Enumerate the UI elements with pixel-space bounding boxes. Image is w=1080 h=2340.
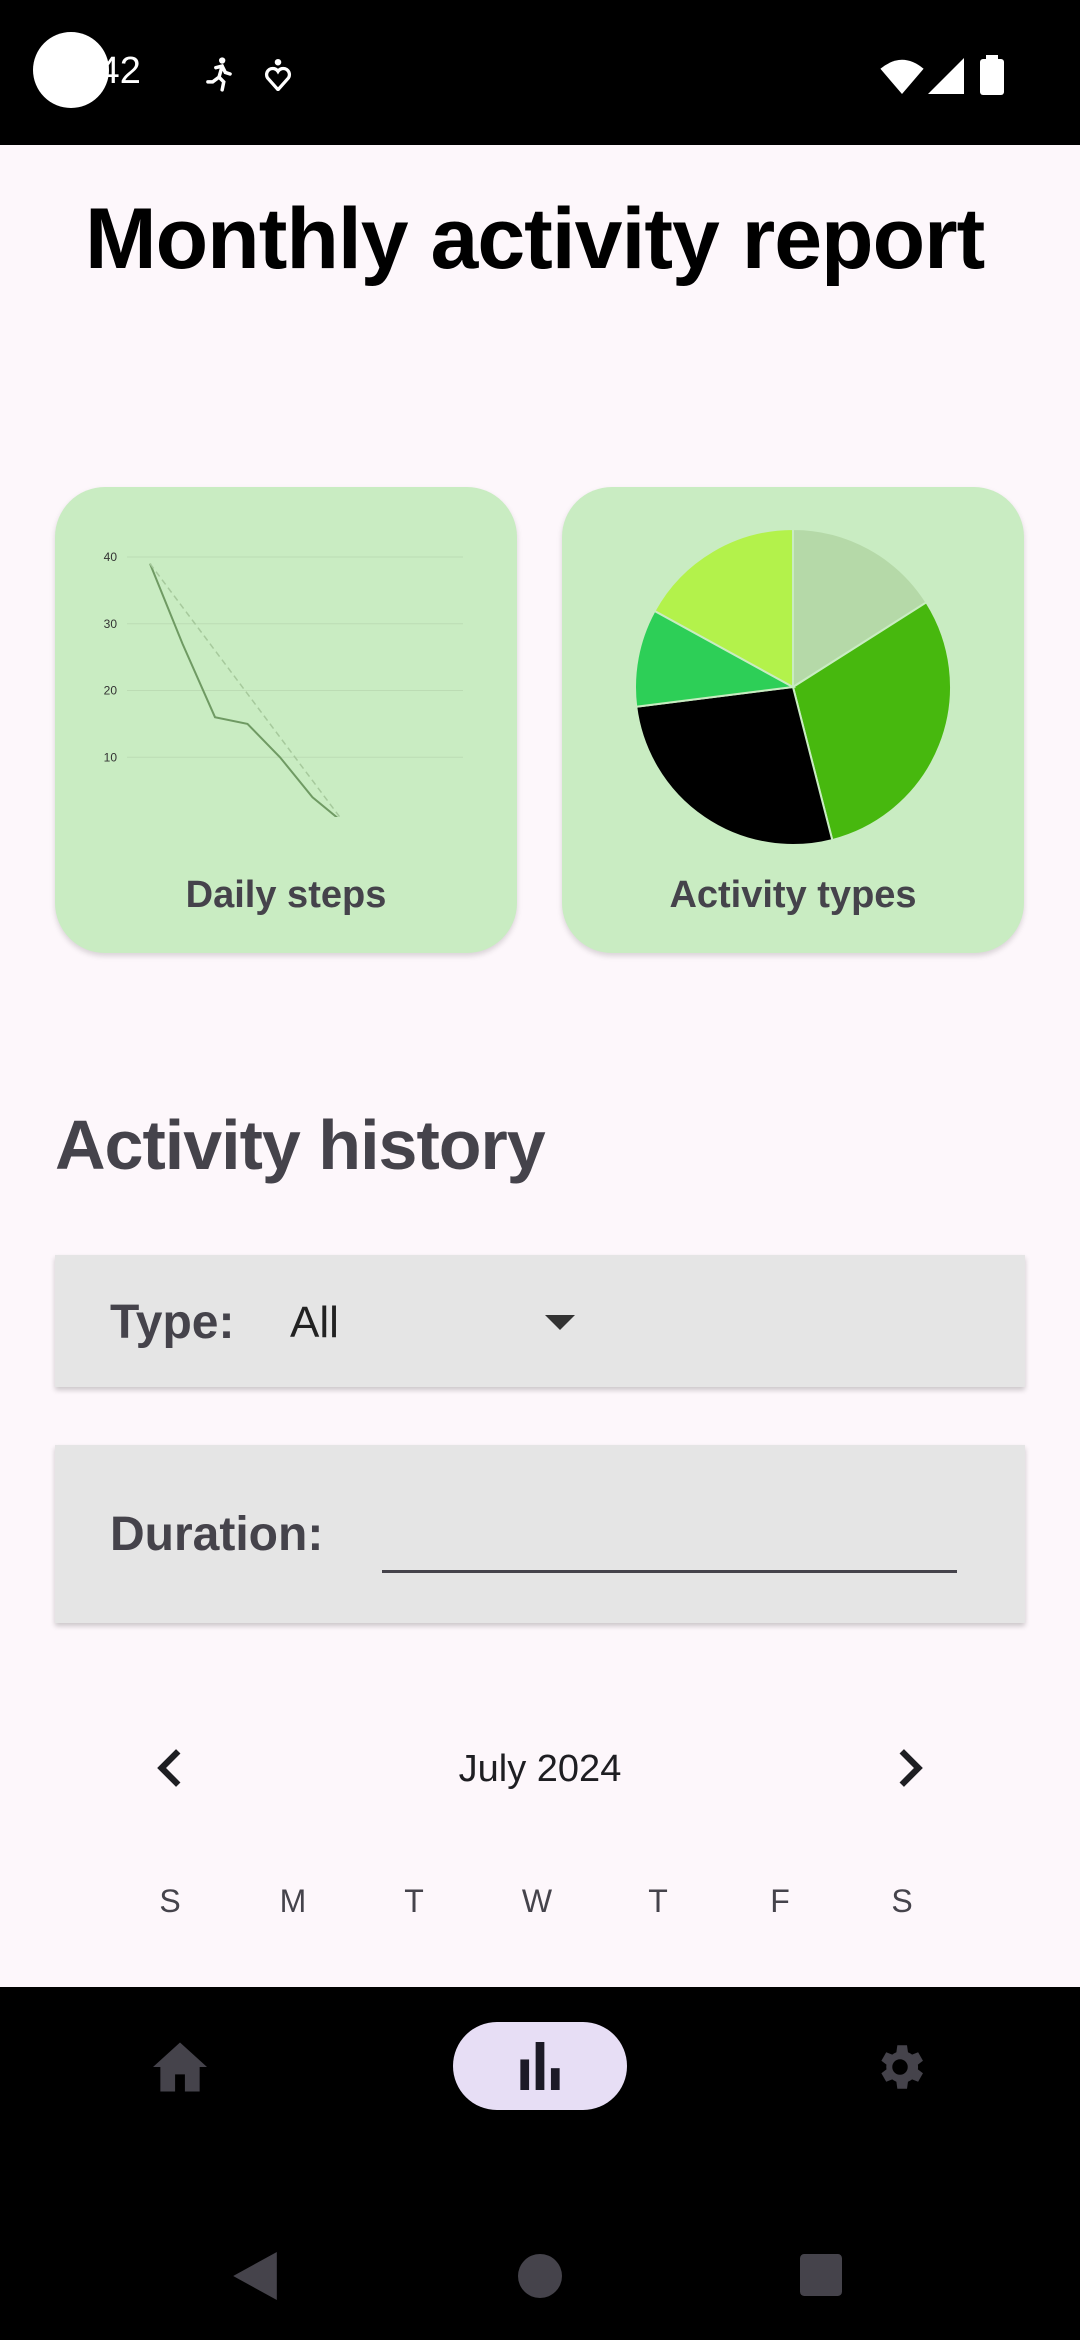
back-icon[interactable]: [233, 2252, 277, 2300]
weekday-mon: M: [279, 1883, 307, 1919]
home-icon[interactable]: [150, 2040, 210, 2094]
activity-types-label: Activity types: [669, 874, 917, 916]
duration-input-underline: [382, 1570, 957, 1573]
wifi-icon: [880, 59, 924, 94]
weekday-thu: T: [648, 1883, 668, 1919]
bar-chart-icon: [520, 2042, 560, 2090]
system-navigation-bar: [0, 2187, 1080, 2340]
stats-nav-button[interactable]: [453, 2022, 627, 2110]
page-title: Monthly activity report: [85, 191, 985, 287]
gear-icon[interactable]: [871, 2038, 929, 2096]
type-label: Type:: [110, 1296, 235, 1349]
weekday-sat: S: [891, 1883, 913, 1919]
main-content: Monthly activity report 010203040 Daily …: [0, 145, 1080, 1987]
y-tick-label: 40: [104, 550, 118, 564]
type-value: All: [290, 1298, 339, 1347]
battery-icon: [980, 55, 1004, 95]
activity-types-chart: [634, 527, 952, 846]
recents-square-icon[interactable]: [800, 2254, 842, 2296]
signal-icon: [928, 58, 964, 94]
daily-steps-card[interactable]: 010203040 Daily steps: [55, 487, 517, 953]
weekday-sun: S: [159, 1883, 181, 1919]
running-icon: [206, 57, 232, 92]
weekday-wed: W: [521, 1883, 553, 1919]
heart-activity-icon: [264, 58, 292, 91]
duration-field: Duration:: [55, 1445, 1025, 1623]
weekday-fri: F: [770, 1883, 790, 1919]
y-tick-label: 30: [104, 617, 118, 631]
activity-types-card[interactable]: Activity types: [562, 487, 1024, 953]
type-dropdown[interactable]: Type: All: [55, 1255, 1025, 1387]
phone-screen: :42 Monthly activity report 010203040 Da…: [0, 0, 1080, 2340]
dropdown-arrow-icon: [545, 1315, 575, 1330]
status-bar: :42: [0, 0, 1080, 145]
home-circle-icon[interactable]: [518, 2254, 562, 2298]
daily-steps-chart: 010203040: [104, 550, 463, 817]
weekday-tue: T: [404, 1883, 424, 1919]
chevron-right-icon[interactable]: [883, 1743, 933, 1793]
y-tick-label: 10: [104, 750, 118, 764]
duration-label: Duration:: [110, 1508, 324, 1561]
status-time: :42: [88, 50, 141, 92]
bottom-navigation: [0, 1987, 1080, 2187]
y-tick-label: 20: [104, 684, 118, 698]
activity-history-title: Activity history: [55, 1106, 546, 1184]
daily-steps-label: Daily steps: [185, 874, 387, 916]
